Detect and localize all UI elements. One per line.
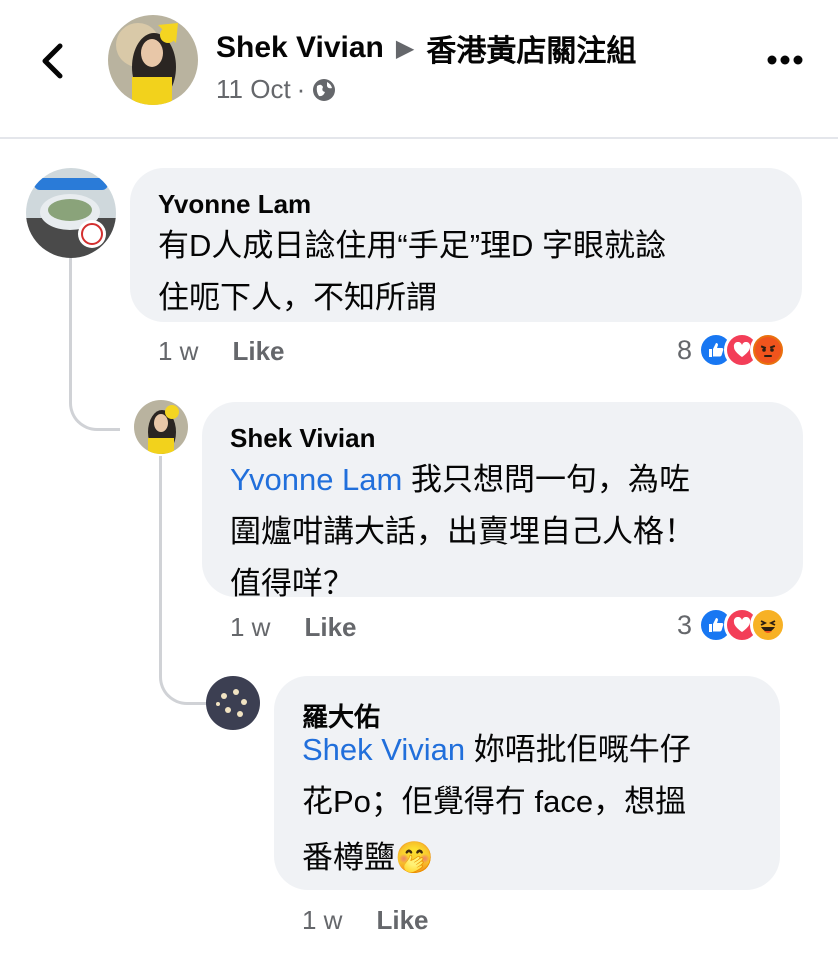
comment-author[interactable]: Shek Vivian — [230, 423, 376, 454]
post-author-name[interactable]: Shek Vivian — [216, 31, 384, 65]
haha-reaction-icon — [750, 607, 787, 643]
like-button[interactable]: Like — [232, 336, 284, 367]
comment-text-line: 花Po；佢覺得冇 face，想搵 — [302, 784, 687, 819]
reaction-count: 3 — [677, 609, 693, 640]
comment-text-line: 圍爐咁講大話，出賣埋自己人格！ — [230, 514, 695, 549]
like-button[interactable]: Like — [376, 905, 428, 936]
mention-link[interactable]: Yvonne Lam — [230, 462, 402, 497]
post-title: Shek Vivian ▶ 香港黃店關注組 — [216, 26, 636, 70]
hand-over-mouth-emoji-icon: 🤭 — [395, 840, 434, 875]
like-button[interactable]: Like — [304, 612, 356, 643]
comment-text-line: 有D人成日諗住用“手足”理D 字眼就諗 — [158, 228, 667, 263]
header-divider — [0, 137, 838, 139]
angry-reaction-icon — [750, 332, 787, 368]
comment-author[interactable]: Yvonne Lam — [158, 189, 311, 220]
globe-icon — [313, 78, 336, 101]
comment-text-line: 值得咩？ — [230, 566, 354, 601]
comment-meta: 1 w Like — [230, 612, 357, 643]
comment-text-line: Yvonne Lam 我只想問一句，為咗 — [230, 462, 690, 497]
comment-text: 有D人成日諗住用“手足”理D 字眼就諗 住呃下人，不知所謂 — [158, 220, 666, 324]
group-name[interactable]: 香港黃店關注組 — [426, 26, 636, 70]
meta-separator: · — [296, 74, 306, 104]
more-options-icon[interactable] — [766, 54, 804, 66]
reactions-summary[interactable]: 3 — [677, 607, 787, 643]
back-chevron-icon[interactable] — [36, 42, 70, 80]
comment-time[interactable]: 1 w — [158, 336, 198, 367]
comment-time[interactable]: 1 w — [230, 612, 270, 643]
author-avatar[interactable] — [108, 15, 198, 105]
comment-meta: 1 w Like — [302, 905, 429, 936]
post-date[interactable]: 11 Oct — [216, 74, 291, 105]
post-meta: 11 Oct · — [216, 74, 337, 105]
commenter-avatar[interactable] — [26, 168, 116, 258]
reaction-count: 8 — [677, 334, 693, 365]
comment-meta: 1 w Like — [158, 336, 285, 367]
commenter-avatar[interactable] — [134, 400, 188, 454]
comment-text-line: 住呃下人，不知所謂 — [158, 280, 437, 315]
commenter-avatar[interactable] — [206, 676, 260, 730]
thread-line — [69, 258, 120, 431]
comment-text: Yvonne Lam 我只想問一句，為咗 圍爐咁講大話，出賣埋自己人格！ 值得咩… — [230, 454, 695, 610]
post-header: Shek Vivian ▶ 香港黃店關注組 11 Oct · — [0, 0, 838, 138]
reactions-summary[interactable]: 8 — [677, 332, 787, 368]
comment-text-line: Shek Vivian 妳唔批佢嘅牛仔 — [302, 732, 691, 767]
comment-text: Shek Vivian 妳唔批佢嘅牛仔 花Po；佢覺得冇 face，想搵 番樽鹽… — [302, 724, 691, 884]
comment-time[interactable]: 1 w — [302, 905, 342, 936]
arrow-right-icon: ▶ — [395, 34, 415, 62]
comment-text-line: 番樽鹽🤭 — [302, 840, 434, 875]
mention-link[interactable]: Shek Vivian — [302, 732, 465, 767]
